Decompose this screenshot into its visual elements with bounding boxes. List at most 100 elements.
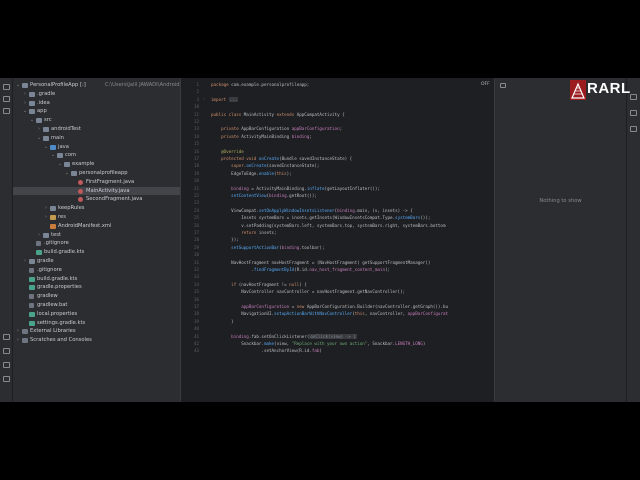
code-line[interactable]: if (navHostFragment != null) { bbox=[211, 282, 307, 288]
code-token: .toolbar); bbox=[299, 244, 325, 250]
tree-item[interactable]: ⌄ com bbox=[13, 151, 180, 159]
tree-item[interactable]: › External Libraries bbox=[13, 327, 180, 335]
tree-item[interactable]: MainActivity.java bbox=[13, 186, 180, 195]
folded-code-hint[interactable]: onClick(view) -> { bbox=[309, 333, 357, 339]
code-line[interactable]: .setAnchorView(R.id.fab) bbox=[211, 348, 322, 354]
tree-item[interactable]: gradle.properties bbox=[13, 283, 180, 291]
tree-item[interactable]: ⌄ java bbox=[13, 143, 180, 151]
code-line[interactable]: binding.fab.setOnClickListener(onClick(v… bbox=[211, 333, 357, 340]
code-line[interactable]: setSupportActionBar(binding.toolbar); bbox=[211, 245, 324, 251]
tree-item[interactable]: .gitignore bbox=[13, 266, 180, 274]
terminal-tool-icon[interactable] bbox=[3, 362, 10, 368]
tree-item[interactable]: › test bbox=[13, 231, 180, 239]
tree-item[interactable]: ⌄ example bbox=[13, 160, 180, 168]
chevron-down-icon[interactable]: ⌄ bbox=[57, 160, 63, 168]
code-line[interactable]: setContentView(binding.getRoot()); bbox=[211, 193, 317, 199]
chevron-right-icon[interactable]: › bbox=[22, 257, 28, 265]
chevron-right-icon[interactable]: › bbox=[22, 90, 28, 98]
line-number: 1 bbox=[196, 82, 199, 87]
tree-item[interactable]: FirstFragment.java bbox=[13, 178, 180, 186]
tree-item[interactable]: build.gradle.kts bbox=[13, 248, 180, 256]
tree-item[interactable]: › .idea bbox=[13, 99, 180, 107]
code-line[interactable]: return insets; bbox=[211, 230, 276, 236]
code-line[interactable]: }); bbox=[211, 237, 239, 243]
chevron-right-icon[interactable]: › bbox=[15, 327, 21, 335]
tree-item[interactable]: ⌄ src bbox=[13, 116, 180, 124]
gradle-tool-icon[interactable] bbox=[630, 110, 637, 116]
line-number: 19 bbox=[193, 170, 199, 176]
tree-item[interactable]: gradlew.bat bbox=[13, 301, 180, 309]
structure-tool-icon[interactable] bbox=[3, 108, 10, 114]
code-token: onCreate bbox=[246, 163, 267, 169]
panel-options-icon[interactable] bbox=[500, 83, 506, 88]
chevron-right-icon[interactable]: › bbox=[36, 125, 42, 133]
build-tool-icon[interactable] bbox=[3, 334, 10, 340]
tree-item[interactable]: gradlew bbox=[13, 292, 180, 300]
chevron-down-icon[interactable]: ⌄ bbox=[36, 134, 42, 142]
chevron-down-icon[interactable]: ⌄ bbox=[22, 107, 28, 115]
line-number: 42 bbox=[193, 341, 199, 346]
code-line[interactable]: private ActivityMainBinding binding; bbox=[211, 134, 312, 140]
code-line[interactable]: super.onCreate(savedInstanceState); bbox=[211, 163, 319, 169]
chevron-down-icon[interactable]: ⌄ bbox=[50, 151, 56, 159]
chevron-down-icon[interactable]: ⌄ bbox=[29, 116, 35, 124]
tree-item[interactable]: AndroidManifest.xml bbox=[13, 222, 180, 230]
device-manager-icon[interactable] bbox=[630, 126, 637, 132]
code-token: , navController, bbox=[364, 311, 408, 317]
code-line[interactable]: v.setPadding(systemBars.left, systemBars… bbox=[211, 223, 445, 229]
chevron-right-icon[interactable]: › bbox=[36, 231, 42, 239]
line-number: 24 bbox=[193, 207, 199, 213]
chevron-right-icon[interactable]: › bbox=[43, 213, 49, 221]
code-line[interactable]: ViewCompat.setOnApplyWindowInsetsListene… bbox=[211, 208, 413, 214]
code-line[interactable]: Insets systemBars = insets.getInsets(Win… bbox=[211, 215, 430, 221]
code-line[interactable]: EdgeToEdge.enable(this); bbox=[211, 171, 292, 177]
tree-item[interactable]: ⌄ app bbox=[13, 107, 180, 115]
problems-tool-icon[interactable] bbox=[3, 376, 10, 382]
line-number: 35 bbox=[193, 289, 199, 295]
inspection-status[interactable]: OFF bbox=[481, 82, 490, 87]
tree-item[interactable]: › res bbox=[13, 213, 180, 221]
code-line[interactable]: package com.example.personalprofileapp; bbox=[211, 82, 309, 88]
tree-item[interactable]: › androidTest bbox=[13, 125, 180, 133]
tree-item[interactable]: .gitignore bbox=[13, 239, 180, 247]
tree-item-label: test bbox=[51, 231, 61, 238]
code-line[interactable]: } bbox=[211, 319, 234, 325]
tree-item[interactable]: › Scratches and Consoles bbox=[13, 336, 180, 344]
fold-toggle-icon[interactable]: › bbox=[203, 97, 205, 103]
code-line[interactable]: NavigationUI.setupActionBarWithNavContro… bbox=[211, 311, 448, 317]
tree-item[interactable]: SecondFragment.java bbox=[13, 195, 180, 203]
tree-item[interactable]: ⌄ personalprofileapp bbox=[13, 169, 180, 177]
code-line[interactable]: @Override bbox=[211, 149, 244, 155]
code-line[interactable]: private AppBarConfiguration appBarConfig… bbox=[211, 126, 342, 132]
code-line[interactable]: NavController navController = navHostFra… bbox=[211, 289, 405, 295]
chevron-down-icon[interactable]: ⌄ bbox=[43, 143, 49, 151]
tree-item[interactable]: › .gradle bbox=[13, 90, 180, 98]
code-line[interactable]: protected void onCreate(Bundle savedInst… bbox=[211, 156, 352, 162]
code-editor[interactable]: package com.example.personalprofileapp; i… bbox=[207, 78, 494, 402]
tree-item[interactable]: local.properties bbox=[13, 310, 180, 318]
project-tool-icon[interactable] bbox=[3, 84, 10, 90]
tree-item[interactable]: ⌄ PersonalProfileApp [:] C:\Users\Jalil JA… bbox=[13, 81, 180, 89]
code-line[interactable]: binding = ActivityMainBinding.inflate(ge… bbox=[211, 186, 380, 192]
code-line[interactable]: public class MainActivity extends AppCom… bbox=[211, 112, 345, 118]
chevron-right-icon[interactable]: › bbox=[22, 99, 28, 107]
code-line[interactable]: NavHostFragment navHostFragment = (NavHo… bbox=[211, 260, 430, 266]
folded-code-hint[interactable]: ... bbox=[228, 96, 239, 102]
code-line[interactable]: .findFragmentById(R.id.nav_host_fragment… bbox=[211, 267, 390, 273]
commit-tool-icon[interactable] bbox=[3, 96, 10, 102]
chevron-right-icon[interactable]: › bbox=[15, 336, 21, 344]
chevron-right-icon[interactable]: › bbox=[43, 204, 49, 212]
code-line[interactable]: appBarConfiguration = new AppBarConfigur… bbox=[211, 304, 448, 310]
tree-item[interactable]: › gradle bbox=[13, 257, 180, 265]
code-token: v.setPadding(systemBars.left, systemBars… bbox=[211, 222, 446, 228]
chevron-down-icon[interactable]: ⌄ bbox=[64, 169, 70, 177]
code-line[interactable]: import ... bbox=[211, 96, 239, 103]
code-line[interactable]: Snackbar.make(view, "Replace with your o… bbox=[211, 341, 425, 347]
tree-item-label: settings.gradle.kts bbox=[37, 319, 86, 326]
chevron-down-icon[interactable]: ⌄ bbox=[15, 81, 21, 89]
tree-item[interactable]: settings.gradle.kts bbox=[13, 319, 180, 327]
logcat-tool-icon[interactable] bbox=[3, 348, 10, 354]
tree-item[interactable]: ⌄ main bbox=[13, 134, 180, 142]
tree-item[interactable]: › keepRules bbox=[13, 204, 180, 212]
tree-item[interactable]: build.gradle.kts bbox=[13, 275, 180, 283]
